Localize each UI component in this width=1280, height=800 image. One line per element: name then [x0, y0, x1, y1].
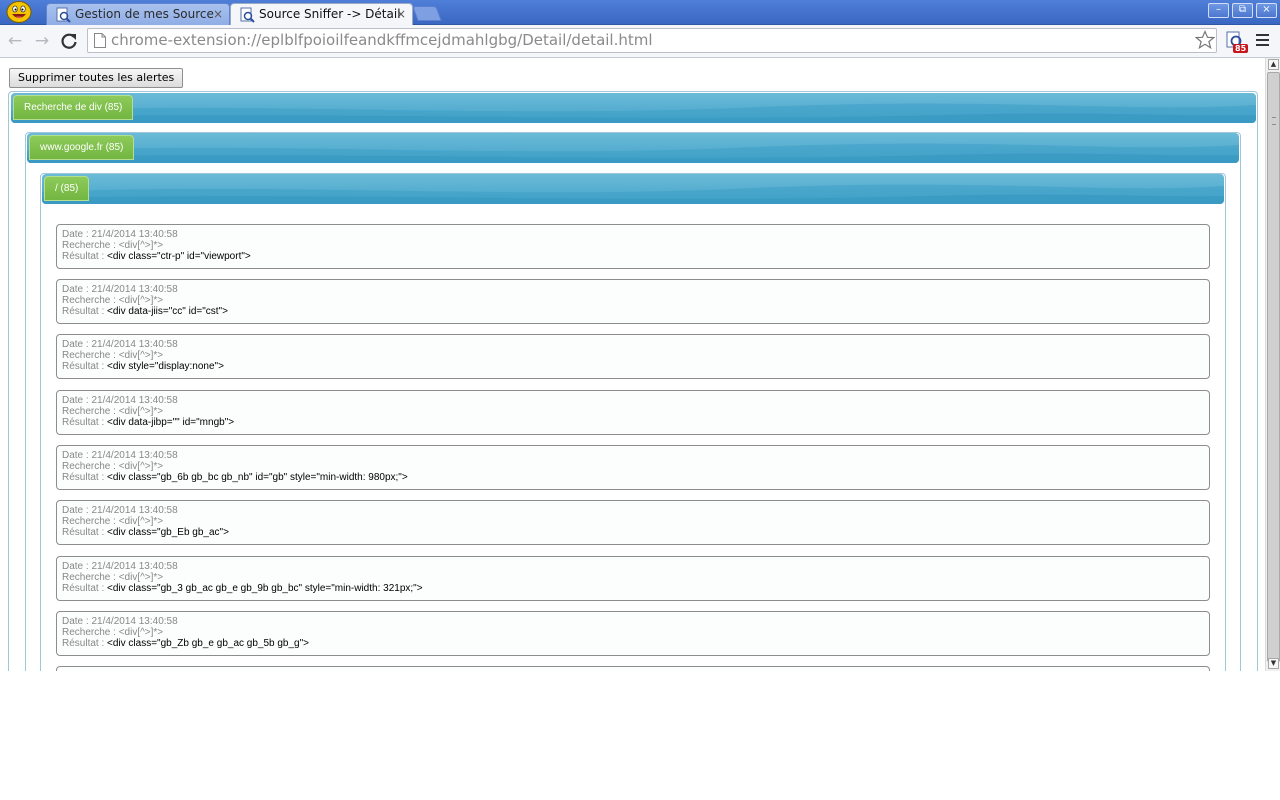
alert-result: <div class="gb_6b gb_bc gb_nb" id="gb" s… — [107, 472, 408, 483]
forward-button[interactable]: → — [31, 30, 53, 52]
tab-close-icon[interactable]: × — [396, 4, 406, 24]
path-header[interactable]: / (85) — [42, 174, 1224, 204]
close-window-button[interactable]: × — [1256, 3, 1277, 18]
chrome-menu-icon[interactable] — [1256, 34, 1269, 47]
delete-all-alerts-button[interactable]: Supprimer toutes les alertes — [9, 68, 184, 88]
wave-decoration — [27, 143, 1239, 163]
tab-gestion[interactable]: Gestion de mes Source × — [46, 3, 230, 25]
minimize-button[interactable]: – — [1208, 3, 1229, 18]
alert-card: Date : 21/4/2014 13:40:58 Recherche : <d… — [56, 500, 1210, 545]
alert-date: 21/4/2014 13:40:58 — [91, 229, 178, 240]
restore-button[interactable]: ⧉ — [1232, 3, 1253, 18]
alert-result: <div class="gb_Zb gb_e gb_ac gb_5b gb_g"… — [107, 638, 310, 649]
back-button[interactable]: ← — [4, 30, 26, 52]
alert-card: Date : 21/4/2014 13:40:58 Recherche : <d… — [56, 224, 1210, 269]
alert-date: 21/4/2014 13:40:58 — [91, 450, 178, 461]
alert-card: Date : 21/4/2014 13:40:58 Recherche : <d… — [56, 390, 1210, 435]
scrollbar-thumb[interactable] — [1267, 72, 1280, 662]
page-icon — [94, 33, 106, 48]
bookmark-star-icon[interactable] — [1195, 30, 1215, 50]
title-bar: Gestion de mes Source × Source Sniffer -… — [0, 0, 1280, 25]
alert-date: 21/4/2014 13:40:58 — [91, 284, 178, 295]
alert-search: <div[^>]*> — [118, 461, 164, 472]
wave-decoration — [42, 184, 1224, 204]
scroll-up-arrow-icon[interactable]: ▲ — [1268, 59, 1279, 70]
alert-search: <div[^>]*> — [118, 350, 164, 361]
grip-icon — [1272, 117, 1276, 125]
magnifier-page-icon — [240, 7, 255, 23]
alert-result: <div class="gb_Eb gb_ac"> — [107, 527, 229, 538]
alert-result: <div data-jibp="" id="mngb"> — [107, 417, 235, 428]
alert-search: <div[^>]*> — [118, 627, 164, 638]
search-type-tab[interactable]: Recherche de div (85) — [13, 95, 134, 120]
alert-search: <div[^>]*> — [118, 406, 164, 417]
alert-date: 21/4/2014 13:40:58 — [91, 505, 178, 516]
alert-search: <div[^>]*> — [118, 240, 164, 251]
alert-date: 21/4/2014 13:40:58 — [91, 616, 178, 627]
page-scrollbar[interactable]: ▲ ▼ — [1265, 58, 1280, 671]
url-text: chrome-extension://eplblfpoioilfeandkffm… — [111, 31, 653, 49]
magnifier-page-icon — [56, 7, 71, 23]
alert-date: 21/4/2014 13:40:58 — [91, 561, 178, 572]
alert-search: <div[^>]*> — [118, 572, 164, 583]
alert-result: <div data-jiis="cc" id="cst"> — [107, 306, 228, 317]
alert-card: Date : 21/4/2014 13:40:58 Recherche : <d… — [56, 445, 1210, 490]
tab-source-sniffer[interactable]: Source Sniffer -> Détail × — [230, 3, 413, 25]
extension-badge: 85 — [1233, 44, 1249, 53]
alert-search: <div[^>]*> — [118, 295, 164, 306]
browser-toolbar: ← → chrome-extension://eplblfpoioilfeand… — [0, 25, 1280, 58]
domain-header[interactable]: www.google.fr (85) — [27, 133, 1239, 163]
alert-result: <div class="gb_3 gb_ac gb_e gb_9b gb_bc"… — [107, 583, 423, 594]
alert-result: <div class="ctr-p" id="viewport"> — [107, 251, 251, 262]
alert-card: Date : 21/4/2014 13:40:58 Recherche : <d… — [56, 611, 1210, 656]
new-tab-button[interactable] — [412, 6, 442, 21]
page-viewport: Supprimer toutes les alertes Recherche d… — [0, 58, 1265, 671]
wave-decoration — [11, 103, 1256, 123]
address-bar[interactable]: chrome-extension://eplblfpoioilfeandkffm… — [87, 28, 1217, 53]
tab-title: Source Sniffer -> Détail — [259, 7, 401, 21]
smiley-app-icon — [6, 1, 32, 23]
alert-card: Date : 21/4/2014 13:40:58 Recherche : <d… — [56, 556, 1210, 601]
alert-date: 21/4/2014 13:40:58 — [91, 339, 178, 350]
alert-result: <div style="display:none"> — [107, 361, 224, 372]
alert-card: Date : 21/4/2014 13:40:58 Recherche : <d… — [56, 334, 1210, 379]
tab-title: Gestion de mes Source — [75, 7, 214, 21]
alert-search: <div[^>]*> — [118, 516, 164, 527]
tab-close-icon[interactable]: × — [213, 4, 223, 24]
reload-icon[interactable] — [58, 30, 80, 52]
path-tab[interactable]: / (85) — [44, 176, 90, 201]
scroll-down-arrow-icon[interactable]: ▼ — [1268, 658, 1279, 669]
alert-date: 21/4/2014 13:40:58 — [91, 395, 178, 406]
search-type-header[interactable]: Recherche de div (85) — [11, 93, 1256, 123]
alert-card: Date : 21/4/2014 13:40:58 Recherche : <d… — [56, 279, 1210, 324]
domain-tab[interactable]: www.google.fr (85) — [29, 135, 135, 160]
alert-card — [56, 666, 1210, 671]
